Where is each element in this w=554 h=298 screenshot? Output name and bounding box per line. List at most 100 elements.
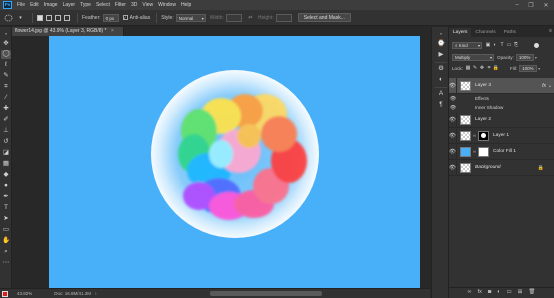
layer-row-layer-1[interactable]: 👁 ∞ Layer 1: [449, 127, 554, 144]
character-icon[interactable]: A: [436, 90, 446, 99]
minimize-icon[interactable]: –: [510, 0, 524, 10]
menu-edit[interactable]: Edit: [30, 0, 39, 10]
collapse-effects-icon[interactable]: ▴: [549, 83, 551, 88]
layer-name[interactable]: Background: [475, 165, 501, 170]
visibility-eye-icon[interactable]: 👁: [449, 111, 457, 128]
pixel-filter-icon[interactable]: ▣: [485, 43, 491, 49]
lock-all-icon[interactable]: 🔒: [493, 66, 499, 72]
lock-position-icon[interactable]: ✥: [479, 66, 485, 72]
lock-artboard-icon[interactable]: ⌗: [486, 66, 492, 72]
move-tool-icon[interactable]: ✥: [1, 40, 11, 49]
gradient-tool-icon[interactable]: ▦: [1, 160, 11, 169]
eraser-tool-icon[interactable]: ◪: [1, 149, 11, 158]
layer-mask-thumbnail[interactable]: [478, 146, 489, 157]
menu-filter[interactable]: Filter: [115, 0, 126, 10]
lasso-tool-icon[interactable]: ℓ: [1, 61, 11, 70]
close-tab-icon[interactable]: ×: [111, 28, 114, 34]
height-input[interactable]: [275, 13, 292, 22]
adjustment-layer-icon[interactable]: ◐: [497, 290, 500, 296]
collapse-icon[interactable]: »: [1, 29, 11, 38]
menu-help[interactable]: Help: [181, 0, 191, 10]
new-selection-icon[interactable]: [37, 14, 43, 21]
fill-input[interactable]: 100%: [519, 65, 538, 72]
subtract-selection-icon[interactable]: [55, 14, 61, 21]
layer-name[interactable]: Color Fill 1: [493, 149, 516, 154]
crop-tool-icon[interactable]: ⌗: [1, 83, 11, 92]
history-brush-tool-icon[interactable]: ↺: [1, 138, 11, 147]
paragraph-icon[interactable]: ¶: [436, 101, 446, 110]
tab-channels[interactable]: Channels: [471, 28, 499, 37]
type-tool-icon[interactable]: T: [1, 204, 11, 213]
layer-row-layer-2[interactable]: 👁 Layer 2: [449, 111, 554, 128]
zoom-tool-icon[interactable]: ⌕: [1, 248, 11, 257]
delete-layer-icon[interactable]: 🗑: [528, 290, 535, 296]
layer-name[interactable]: Layer 2: [475, 117, 491, 122]
clone-stamp-tool-icon[interactable]: ⊥: [1, 127, 11, 136]
dodge-tool-icon[interactable]: ●: [1, 182, 11, 191]
tab-layers[interactable]: Layers: [449, 28, 472, 37]
visibility-eye-icon[interactable]: 👁: [449, 77, 457, 94]
pen-tool-icon[interactable]: ✒: [1, 193, 11, 202]
effects-row[interactable]: 👁 Effects: [449, 94, 554, 103]
link-mask-icon[interactable]: ∞: [472, 149, 477, 154]
feather-input[interactable]: 0 px: [102, 13, 119, 22]
opacity-arrow-icon[interactable]: ▾: [535, 55, 537, 60]
properties-icon[interactable]: ⚙: [436, 65, 446, 74]
restore-icon[interactable]: ❐: [524, 0, 538, 10]
fill-arrow-icon[interactable]: ▾: [538, 66, 540, 71]
elliptical-marquee-icon[interactable]: [4, 13, 13, 22]
tool-preset-dropdown-icon[interactable]: ▾: [16, 13, 25, 22]
menu-window[interactable]: Window: [158, 0, 176, 10]
link-mask-icon[interactable]: ∞: [472, 133, 477, 138]
lock-pixels-icon[interactable]: ✎: [472, 66, 478, 72]
expand-panels-icon[interactable]: «: [436, 29, 446, 38]
add-to-selection-icon[interactable]: [46, 14, 52, 21]
horizontal-scrollbar[interactable]: [210, 291, 322, 296]
type-filter-icon[interactable]: T: [499, 43, 505, 49]
link-layers-icon[interactable]: ∞: [468, 290, 472, 296]
layer-row-background[interactable]: 👁 Background 🔒: [449, 159, 554, 176]
opacity-input[interactable]: 100%: [515, 54, 534, 61]
select-and-mask-button[interactable]: Select and Mask...: [297, 13, 351, 22]
menu-3d[interactable]: 3D: [131, 0, 137, 10]
quick-selection-tool-icon[interactable]: ✎: [1, 72, 11, 81]
brush-tool-icon[interactable]: ✐: [1, 116, 11, 125]
hand-tool-icon[interactable]: ✋: [1, 237, 11, 246]
shape-filter-icon[interactable]: ▭: [506, 43, 512, 49]
filter-toggle[interactable]: [534, 43, 539, 48]
layer-row-layer-3[interactable]: 👁 Layer 3 fx ▴: [449, 77, 554, 94]
adjustments-icon[interactable]: ◐: [436, 76, 446, 85]
actions-icon[interactable]: ▶: [436, 51, 446, 60]
menu-image[interactable]: Image: [44, 0, 58, 10]
layer-name[interactable]: Layer 3: [475, 83, 491, 88]
foreground-color-swatch[interactable]: [2, 291, 8, 297]
antialias-checkbox[interactable]: ✓: [122, 15, 128, 20]
style-select[interactable]: Normal: [175, 13, 206, 22]
menu-layer[interactable]: Layer: [63, 0, 76, 10]
blur-tool-icon[interactable]: ◆: [1, 171, 11, 180]
menu-view[interactable]: View: [142, 0, 153, 10]
tab-paths[interactable]: Paths: [500, 28, 520, 37]
eyedropper-tool-icon[interactable]: ⁄: [1, 94, 11, 103]
visibility-eye-icon[interactable]: 👁: [449, 159, 457, 176]
width-input[interactable]: [225, 13, 242, 22]
status-menu-arrow[interactable]: ›: [95, 291, 97, 296]
swap-icon[interactable]: ⇄: [246, 13, 255, 22]
blend-mode-select[interactable]: Multiply: [452, 54, 494, 61]
menu-type[interactable]: Type: [80, 0, 91, 10]
lock-transparency-icon[interactable]: ▦: [465, 66, 471, 72]
intersect-selection-icon[interactable]: [64, 14, 70, 21]
add-mask-icon[interactable]: ◙: [488, 290, 491, 296]
menu-select[interactable]: Select: [96, 0, 110, 10]
healing-brush-tool-icon[interactable]: ✚: [1, 105, 11, 114]
layer-name[interactable]: Layer 1: [493, 133, 509, 138]
visibility-eye-icon[interactable]: 👁: [449, 127, 457, 144]
adjustment-filter-icon[interactable]: ◐: [492, 43, 498, 49]
effects-eye-icon[interactable]: 👁: [449, 96, 457, 102]
layer-row-color-fill-1[interactable]: 👁 ∞ Color Fill 1: [449, 143, 554, 160]
add-layer-style-icon[interactable]: fx: [478, 290, 482, 296]
fx-icon[interactable]: fx: [542, 83, 546, 89]
layer-mask-thumbnail[interactable]: [478, 130, 489, 141]
path-selection-tool-icon[interactable]: ➤: [1, 215, 11, 224]
visibility-eye-icon[interactable]: 👁: [449, 143, 457, 160]
